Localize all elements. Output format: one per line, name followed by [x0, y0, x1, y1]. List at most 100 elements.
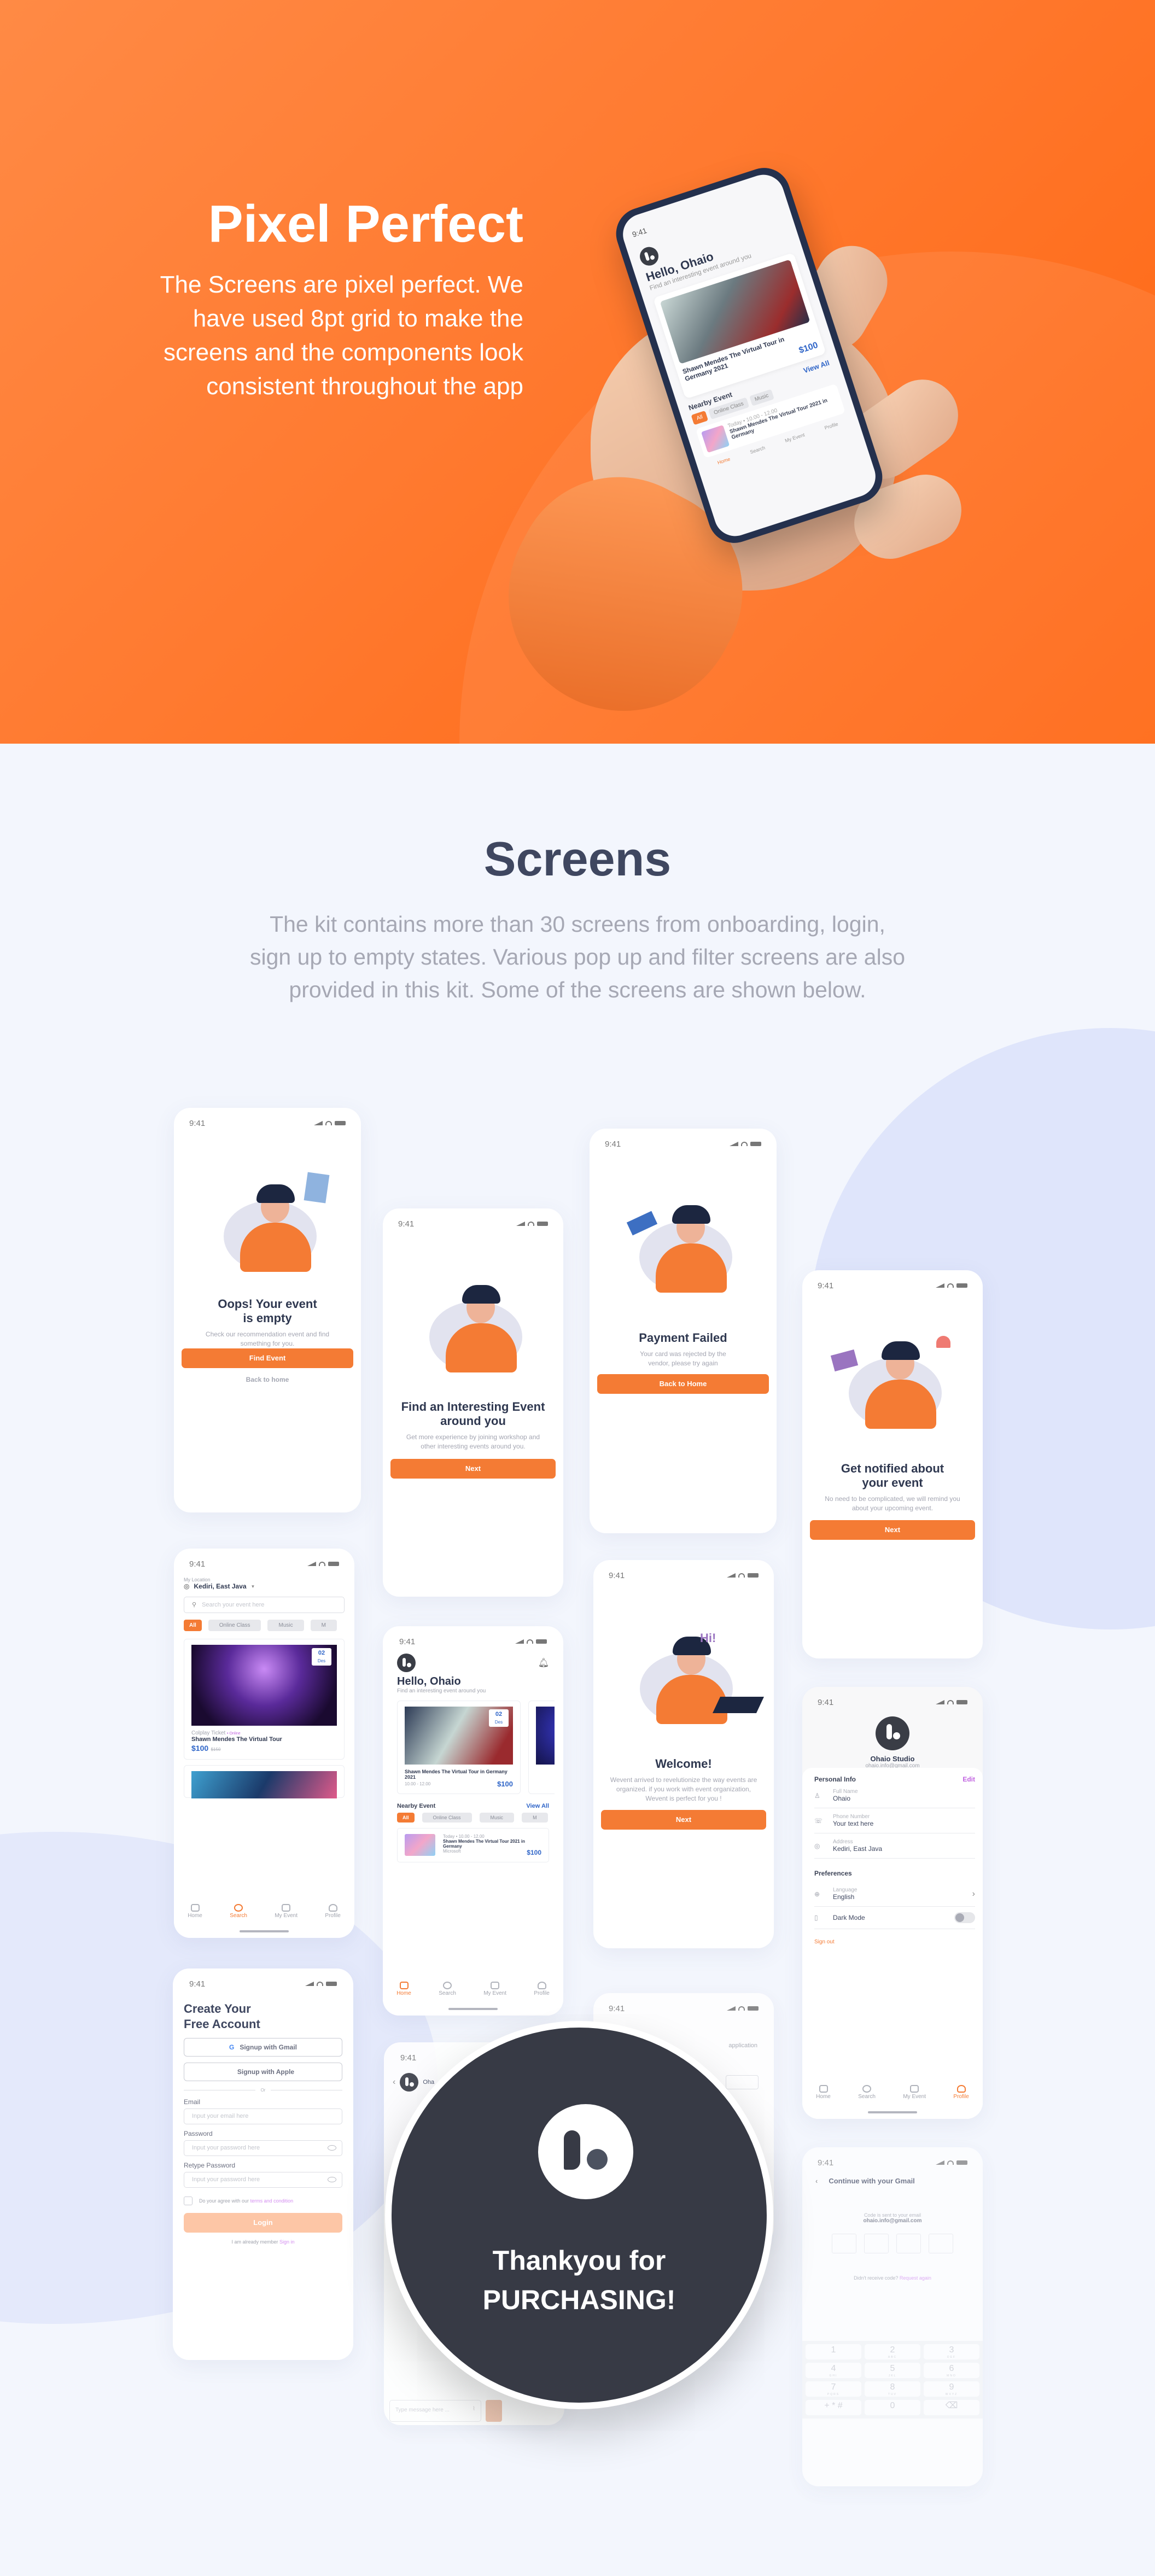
home-indicator: [868, 2111, 917, 2113]
keypad-key[interactable]: + * #: [806, 2400, 861, 2415]
nav-profile[interactable]: Profile: [824, 421, 838, 430]
nav-home[interactable]: Home: [717, 456, 731, 465]
profile-field-phone[interactable]: ☏ Phone Number Your text here: [814, 1808, 975, 1833]
keypad-key[interactable]: 8 TUV: [865, 2381, 920, 2397]
keypad-key[interactable]: 6 MNO: [924, 2363, 979, 2378]
keypad-key[interactable]: ⌫: [924, 2400, 979, 2415]
nav-my-event[interactable]: My Event: [483, 1982, 506, 2016]
battery-icon: [748, 2006, 759, 2011]
login-field[interactable]: [726, 2075, 759, 2089]
wifi-icon: [947, 2160, 954, 2165]
nav-search[interactable]: Search: [439, 1982, 456, 2016]
chip-all[interactable]: All: [691, 410, 709, 425]
keypad-key[interactable]: 4 GHI: [806, 2363, 861, 2378]
nav-search[interactable]: Search: [858, 2085, 876, 2119]
nav-profile[interactable]: Profile: [534, 1982, 550, 2016]
nav-search[interactable]: Search: [230, 1904, 247, 1938]
field-value: Your text here: [833, 1820, 874, 1827]
nav-my-event[interactable]: My Event: [784, 432, 806, 443]
retype-password-field[interactable]: Input your password here: [184, 2172, 342, 2188]
keypad-key[interactable]: 0: [865, 2400, 920, 2415]
send-button[interactable]: [486, 2400, 502, 2422]
location-selector[interactable]: ◎ Kediri, East Java ▼: [184, 1582, 345, 1590]
event-card[interactable]: [528, 1701, 555, 1794]
sign-in-link[interactable]: Sign in: [279, 2239, 295, 2245]
back-icon[interactable]: ‹: [815, 2177, 818, 2185]
nav-my-event[interactable]: My Event: [275, 1904, 298, 1938]
event-card[interactable]: 02 Des Colplay Ticket • Online Shawn Mend…: [184, 1639, 345, 1760]
nav-search[interactable]: Search: [749, 445, 766, 455]
profile-field-address[interactable]: ◎ Address Kediri, East Java: [814, 1833, 975, 1859]
chip-online-class[interactable]: Online Class: [422, 1813, 472, 1823]
wifi-icon: [527, 1639, 533, 1644]
nav-profile[interactable]: Profile: [325, 1904, 341, 1938]
keypad-key[interactable]: 3 DEF: [924, 2344, 979, 2359]
keypad-key[interactable]: 1: [806, 2344, 861, 2359]
signup-gmail-button[interactable]: G Signup with Gmail: [184, 2038, 342, 2057]
otp-digit-input[interactable]: [864, 2234, 889, 2253]
nav-profile[interactable]: Profile: [953, 2085, 969, 2119]
back-to-home-link[interactable]: Back to home: [174, 1376, 361, 1383]
battery-icon: [326, 1982, 337, 1986]
language-setting[interactable]: ⊕ Language English ›: [814, 1882, 975, 1907]
find-event-button[interactable]: Find Event: [182, 1348, 353, 1368]
profile-field-full-name[interactable]: ♙ Full Name Ohaio: [814, 1783, 975, 1808]
edit-personal-info-button[interactable]: Edit: [962, 1775, 975, 1783]
login-button[interactable]: Login: [184, 2213, 342, 2233]
status-time: 9:41: [189, 1559, 206, 1569]
keypad-key[interactable]: 7 PQRS: [806, 2381, 861, 2397]
chip-all[interactable]: All: [397, 1813, 415, 1823]
back-icon[interactable]: ‹: [393, 2077, 395, 2087]
nearby-event-item[interactable]: Today • 10.00 - 12.00 Shawn Mendes The V…: [397, 1828, 549, 1862]
event-card[interactable]: 02 Des Shawn Mendes The Virtual Tour in G…: [397, 1701, 521, 1794]
next-button[interactable]: Next: [601, 1810, 766, 1830]
terms-link[interactable]: terms and condition: [250, 2198, 294, 2204]
dark-mode-toggle[interactable]: [954, 1912, 975, 1923]
otp-digit-input[interactable]: [929, 2234, 953, 2253]
onboarding-title: Find an Interesting Event around you: [401, 1400, 545, 1428]
next-button[interactable]: Next: [390, 1459, 556, 1479]
terms-checkbox[interactable]: [184, 2197, 192, 2205]
nav-home[interactable]: Home: [396, 1982, 411, 2016]
device-icon: ▯: [814, 1914, 818, 1921]
chip-online-class[interactable]: Online Class: [208, 1620, 261, 1631]
notify-illustration: [827, 1325, 958, 1434]
password-field[interactable]: Input your password here: [184, 2140, 342, 2156]
chip-music[interactable]: Music: [479, 1813, 515, 1823]
status-time: 9:41: [609, 1570, 625, 1580]
search-input[interactable]: ⚲ Search your event here: [184, 1597, 345, 1613]
signup-apple-button[interactable]: Signup with Apple: [184, 2063, 342, 2081]
nav-home[interactable]: Home: [188, 1904, 202, 1938]
battery-icon: [536, 1639, 547, 1644]
next-button[interactable]: Next: [810, 1520, 975, 1540]
otp-digit-input[interactable]: [832, 2234, 856, 2253]
event-card[interactable]: [184, 1765, 345, 1798]
chip-all[interactable]: All: [184, 1620, 202, 1631]
view-all-link[interactable]: View All: [526, 1803, 549, 1809]
nav-home[interactable]: Home: [816, 2085, 831, 2119]
eye-off-icon[interactable]: [328, 2177, 336, 2182]
message-input[interactable]: Type message here ... ⌇: [389, 2400, 481, 2422]
empty-description: Check our recommendation event and find …: [205, 1330, 330, 1347]
signal-icon: [936, 2160, 944, 2165]
notification-bell-icon[interactable]: 🔔︎: [538, 1657, 549, 1668]
chip-music[interactable]: Music: [267, 1620, 304, 1631]
brand-logo: [538, 2104, 633, 2199]
sign-out-link[interactable]: Sign out: [814, 1939, 975, 1945]
keypad-key[interactable]: 2 ABC: [865, 2344, 920, 2359]
wifi-icon: [325, 1121, 332, 1125]
chip-more[interactable]: M: [310, 1620, 337, 1631]
eye-off-icon[interactable]: [328, 2145, 336, 2151]
otp-digit-input[interactable]: [896, 2234, 921, 2253]
nav-my-event[interactable]: My Event: [903, 2085, 926, 2119]
chip-music[interactable]: Music: [749, 389, 774, 406]
email-field[interactable]: Input your email here: [184, 2108, 342, 2124]
keypad-key[interactable]: 9 WXYZ: [924, 2381, 979, 2397]
keypad-key[interactable]: 5 JKL: [865, 2363, 920, 2378]
notify-description: No need to be complicated, we will remin…: [825, 1495, 960, 1512]
chip-more[interactable]: M: [522, 1813, 548, 1823]
profile-avatar[interactable]: [876, 1716, 909, 1750]
attachment-icon[interactable]: ⌇: [472, 2406, 475, 2412]
request-again-link[interactable]: Request again: [900, 2275, 931, 2281]
back-to-home-button[interactable]: Back to Home: [597, 1374, 769, 1394]
